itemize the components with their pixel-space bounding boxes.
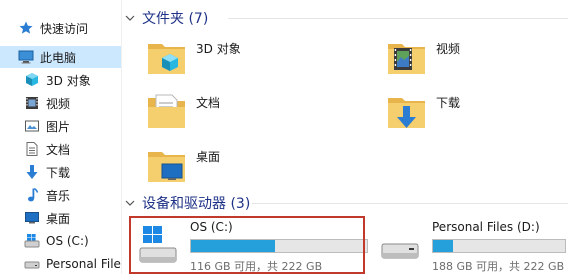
nav-item-personal-files[interactable]: Personal Files xyxy=(0,253,121,274)
video-folder-icon xyxy=(386,36,428,80)
nav-item-label: 桌面 xyxy=(46,211,71,226)
drive-personal-files-d[interactable]: Personal Files (D:) 188 GB 可用，共 222 GB xyxy=(378,218,566,274)
nav-item-documents[interactable]: 文档 xyxy=(0,138,121,160)
documents-icon xyxy=(24,141,40,157)
section-divider xyxy=(228,18,568,19)
computer-icon xyxy=(18,49,34,65)
nav-item-label: 此电脑 xyxy=(40,50,77,65)
folder-downloads[interactable]: 下载 xyxy=(386,90,569,142)
nav-item-label: 下载 xyxy=(46,165,71,180)
nav-item-label: 图片 xyxy=(46,119,71,134)
folder-documents[interactable]: 文档 xyxy=(146,90,366,142)
folder-videos[interactable]: 视频 xyxy=(386,36,569,88)
drive-icon xyxy=(24,256,40,272)
nav-item-label: 快速访问 xyxy=(40,21,89,36)
windows-drive-icon xyxy=(24,233,40,249)
nav-item-music[interactable]: 音乐 xyxy=(0,184,121,206)
drive-usage-fill xyxy=(433,240,453,252)
drive-usage-bar xyxy=(432,239,566,253)
3d-objects-icon xyxy=(24,72,40,88)
folder-3d-objects[interactable]: 3D 对象 xyxy=(146,36,366,88)
nav-item-desktop[interactable]: 桌面 xyxy=(0,207,121,229)
video-icon xyxy=(24,95,40,111)
nav-item-pictures[interactable]: 图片 xyxy=(0,115,121,137)
desktop-folder-icon xyxy=(146,144,188,188)
folder-name: 下载 xyxy=(436,96,461,110)
folder-name: 视频 xyxy=(436,42,461,56)
drive-free-space: 188 GB 可用，共 222 GB xyxy=(432,260,565,273)
star-icon xyxy=(18,20,34,36)
section-divider xyxy=(252,203,568,204)
desktop-icon xyxy=(24,210,40,226)
folder-name: 桌面 xyxy=(196,150,221,164)
folders-section-header[interactable]: 文件夹 (7) xyxy=(124,8,568,28)
nav-item-quick-access[interactable]: 快速访问 xyxy=(0,17,121,39)
3d-objects-folder-icon xyxy=(146,36,188,80)
nav-item-label: 3D 对象 xyxy=(46,73,91,88)
folder-name: 3D 对象 xyxy=(196,42,241,56)
nav-item-label: Personal Files xyxy=(46,257,121,271)
download-folder-icon xyxy=(386,90,428,134)
folder-desktop[interactable]: 桌面 xyxy=(146,144,366,196)
nav-item-label: 视频 xyxy=(46,96,71,111)
music-icon xyxy=(24,187,40,203)
drive-icon xyxy=(378,224,422,268)
navigation-pane: 快速访问 此电脑 3D 对象 视频 图片 文档 下载 音乐 桌面 OS (C:)… xyxy=(0,0,121,274)
nav-item-label: 文档 xyxy=(46,142,71,157)
chevron-down-icon xyxy=(124,12,136,24)
nav-item-downloads[interactable]: 下载 xyxy=(0,161,121,183)
folders-section-title: 文件夹 (7) xyxy=(142,11,209,27)
nav-item-label: 音乐 xyxy=(46,188,71,203)
nav-item-label: OS (C:) xyxy=(46,234,89,248)
download-icon xyxy=(24,164,40,180)
drives-section-header[interactable]: 设备和驱动器 (3) xyxy=(124,193,568,213)
pictures-icon xyxy=(24,118,40,134)
nav-item-os-c[interactable]: OS (C:) xyxy=(0,230,121,252)
chevron-down-icon xyxy=(124,197,136,209)
documents-folder-icon xyxy=(146,90,188,134)
nav-item-this-pc[interactable]: 此电脑 xyxy=(0,46,121,68)
drives-section-title: 设备和驱动器 (3) xyxy=(142,196,251,212)
highlight-box xyxy=(129,216,365,274)
drive-name: Personal Files (D:) xyxy=(432,220,540,234)
pane-divider xyxy=(121,0,122,274)
folder-name: 文档 xyxy=(196,96,221,110)
nav-item-3d-objects[interactable]: 3D 对象 xyxy=(0,69,121,91)
nav-item-videos[interactable]: 视频 xyxy=(0,92,121,114)
